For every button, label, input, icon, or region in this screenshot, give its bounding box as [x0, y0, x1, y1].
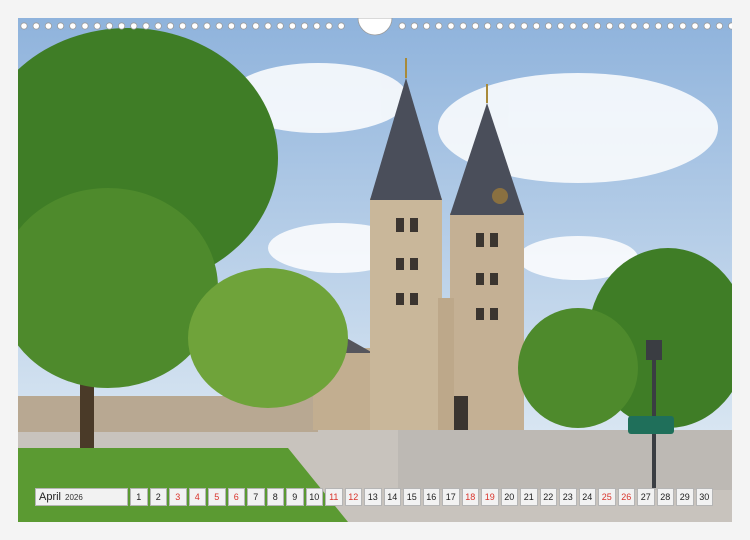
binding-hole [483, 22, 492, 30]
day-cell: 1 [130, 488, 148, 506]
day-cell: 16 [422, 488, 440, 506]
binding-hole [544, 22, 553, 30]
binding-hole [605, 22, 614, 30]
day-cell: 19 [481, 488, 499, 506]
binding-hole [32, 22, 40, 30]
binding-hole [508, 22, 516, 30]
binding-hole [337, 22, 345, 30]
binding-hole [142, 22, 150, 30]
binding-hole [447, 22, 455, 30]
day-cell: 25 [598, 488, 616, 506]
day-cell: 20 [500, 488, 518, 506]
gravel [398, 430, 732, 490]
binding-hole [569, 22, 577, 30]
binding-hole [276, 22, 284, 30]
binding-hole [154, 22, 162, 30]
day-cell: 5 [208, 488, 226, 506]
binding-hole [191, 22, 199, 30]
binding-hole [557, 22, 565, 30]
binding-hole [715, 22, 724, 30]
day-cell: 24 [578, 488, 596, 506]
binding-hole [618, 22, 626, 30]
binding-hole [679, 22, 687, 30]
day-cell: 29 [676, 488, 694, 506]
binding-holes [20, 18, 732, 36]
binding-hole [69, 22, 77, 30]
binding-hole [593, 22, 602, 30]
spiral-binding [18, 18, 732, 36]
day-cell: 6 [227, 488, 245, 506]
binding-hole [264, 22, 272, 30]
binding-hole [288, 22, 296, 30]
binding-hole [532, 22, 541, 30]
binding-hole [166, 22, 174, 30]
day-cell: 15 [403, 488, 421, 506]
binding-hole [459, 22, 467, 30]
binding-hole [581, 22, 589, 30]
binding-hole [179, 22, 187, 30]
binding-hole [300, 22, 309, 30]
binding-hole [20, 22, 28, 30]
binding-hole [410, 22, 418, 30]
day-cell: 12 [344, 488, 362, 506]
binding-hole [691, 22, 699, 30]
calendar-strip: April 2026 1 2 3 4 5 6 7 8 9 10 11 12 13 14 15 16 17 18 19… [35, 488, 716, 506]
binding-hole [630, 22, 638, 30]
binding-hole [118, 22, 126, 30]
binding-hole [44, 22, 52, 30]
binding-hole [313, 22, 321, 30]
binding-hole [654, 22, 663, 30]
binding-hole [520, 22, 528, 30]
day-cell: 18 [461, 488, 479, 506]
month-name: April [39, 491, 62, 503]
day-cell: 7 [247, 488, 265, 506]
church-photo [18, 18, 732, 522]
binding-hole [227, 22, 235, 30]
binding-hole [56, 22, 65, 30]
hanger-notch [357, 18, 393, 36]
binding-hole [422, 22, 431, 30]
day-cell: 9 [286, 488, 304, 506]
day-cell: 4 [188, 488, 206, 506]
calendar-page: April 2026 1 2 3 4 5 6 7 8 9 10 11 12 13 14 15 16 17 18 19… [0, 0, 750, 540]
binding-hole [642, 22, 650, 30]
binding-hole [203, 22, 211, 30]
day-cell: 28 [656, 488, 674, 506]
binding-hole [240, 22, 248, 30]
day-cell: 2 [149, 488, 167, 506]
binding-hole [130, 22, 138, 30]
binding-hole [325, 22, 333, 30]
day-cell: 17 [442, 488, 460, 506]
binding-hole [435, 22, 443, 30]
day-cell: 26 [617, 488, 635, 506]
day-cell: 23 [559, 488, 577, 506]
day-cell: 27 [637, 488, 655, 506]
day-cell: 30 [695, 488, 713, 506]
parked-car [628, 416, 674, 434]
month-year: 2026 [65, 492, 83, 502]
day-cell: 3 [169, 488, 187, 506]
day-cell: 22 [539, 488, 557, 506]
day-cell: 13 [364, 488, 382, 506]
day-cells: 1 2 3 4 5 6 7 8 9 10 11 12 13 14 15 16 17 18 19 20 21 22 23 24 2… [130, 488, 713, 506]
month-label: April 2026 [35, 488, 128, 506]
binding-hole [703, 22, 711, 30]
binding-hole [215, 22, 223, 30]
day-cell: 14 [383, 488, 401, 506]
day-cell: 11 [325, 488, 343, 506]
binding-hole [252, 22, 260, 30]
binding-hole [496, 22, 504, 30]
binding-hole [81, 22, 89, 30]
binding-hole [666, 22, 675, 30]
church-photo-illustration [18, 18, 732, 522]
binding-hole [93, 22, 101, 30]
binding-hole [471, 22, 479, 30]
day-cell: 21 [520, 488, 538, 506]
church-front [438, 298, 454, 430]
binding-hole [398, 22, 406, 30]
day-cell: 10 [305, 488, 323, 506]
binding-hole [105, 22, 114, 30]
binding-hole [728, 22, 732, 30]
day-cell: 8 [266, 488, 284, 506]
